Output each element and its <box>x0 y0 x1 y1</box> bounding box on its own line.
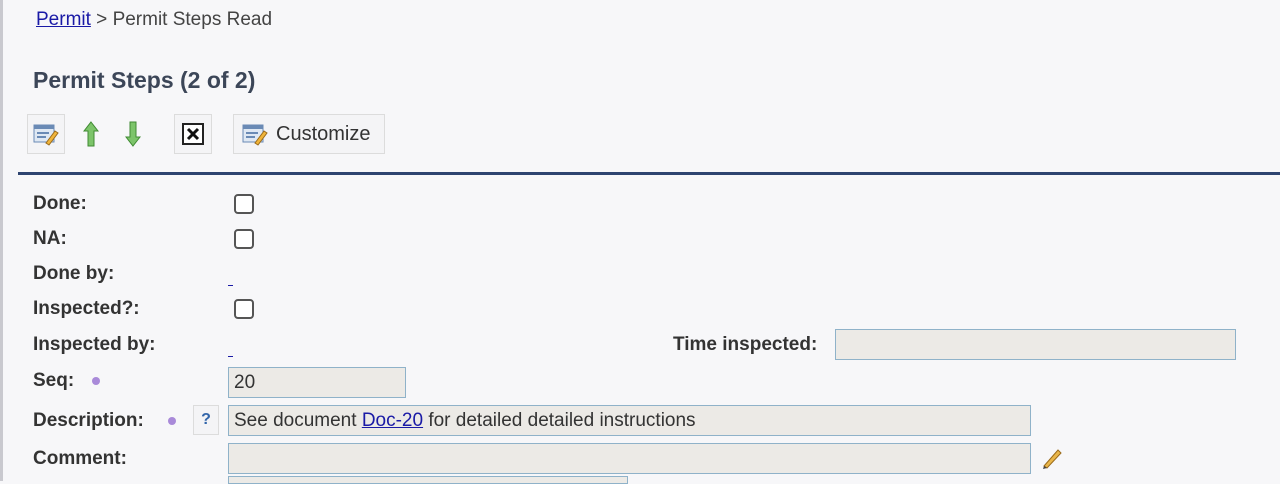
edit-form-icon <box>33 124 59 146</box>
inspected-checkbox[interactable] <box>234 299 254 319</box>
customize-button[interactable]: Customize <box>233 114 385 154</box>
move-up-button[interactable] <box>77 114 105 154</box>
section-divider <box>18 172 1280 175</box>
arrow-up-icon <box>83 121 99 147</box>
pencil-icon[interactable] <box>1040 446 1064 470</box>
time-inspected-label: Time inspected: <box>673 334 818 355</box>
breadcrumb-separator: > <box>90 9 113 30</box>
comment-label: Comment: <box>33 448 127 469</box>
page-title: Permit Steps (2 of 2) <box>33 67 256 93</box>
next-row-field-partial <box>228 476 628 484</box>
description-doc-link[interactable]: Doc-20 <box>362 410 423 431</box>
description-field[interactable]: See document Doc-20 for detailed detaile… <box>228 405 1031 436</box>
move-down-button[interactable] <box>119 114 147 154</box>
breadcrumb: Permit > Permit Steps Read <box>36 9 272 31</box>
delete-button[interactable] <box>174 114 212 154</box>
na-checkbox[interactable] <box>234 229 254 249</box>
description-help-button[interactable]: ? <box>193 405 219 435</box>
seq-field[interactable]: 20 <box>228 367 406 398</box>
arrow-down-icon <box>125 121 141 147</box>
comment-field[interactable] <box>228 443 1031 474</box>
breadcrumb-current: Permit Steps Read <box>112 9 273 30</box>
time-inspected-field[interactable] <box>835 329 1236 360</box>
na-label: NA: <box>33 228 67 249</box>
inspected-by-label: Inspected by: <box>33 334 156 355</box>
description-prefix: See document <box>234 410 362 431</box>
done-by-link[interactable] <box>228 285 233 286</box>
seq-label: Seq: <box>33 370 75 391</box>
customize-label: Customize <box>276 122 371 145</box>
customize-icon <box>242 124 268 146</box>
window-left-border <box>0 0 3 481</box>
description-label: Description: <box>33 410 144 431</box>
breadcrumb-permit-link[interactable]: Permit <box>36 9 91 30</box>
description-suffix: for detailed detailed instructions <box>423 410 696 431</box>
close-box-icon <box>182 123 204 145</box>
done-label: Done: <box>33 193 87 214</box>
seq-required-indicator <box>92 377 100 385</box>
done-checkbox[interactable] <box>234 194 254 214</box>
description-required-indicator <box>168 417 176 425</box>
edit-button[interactable] <box>27 114 65 154</box>
inspected-label: Inspected?: <box>33 298 140 319</box>
inspected-by-link[interactable] <box>228 356 233 357</box>
done-by-label: Done by: <box>33 263 115 284</box>
